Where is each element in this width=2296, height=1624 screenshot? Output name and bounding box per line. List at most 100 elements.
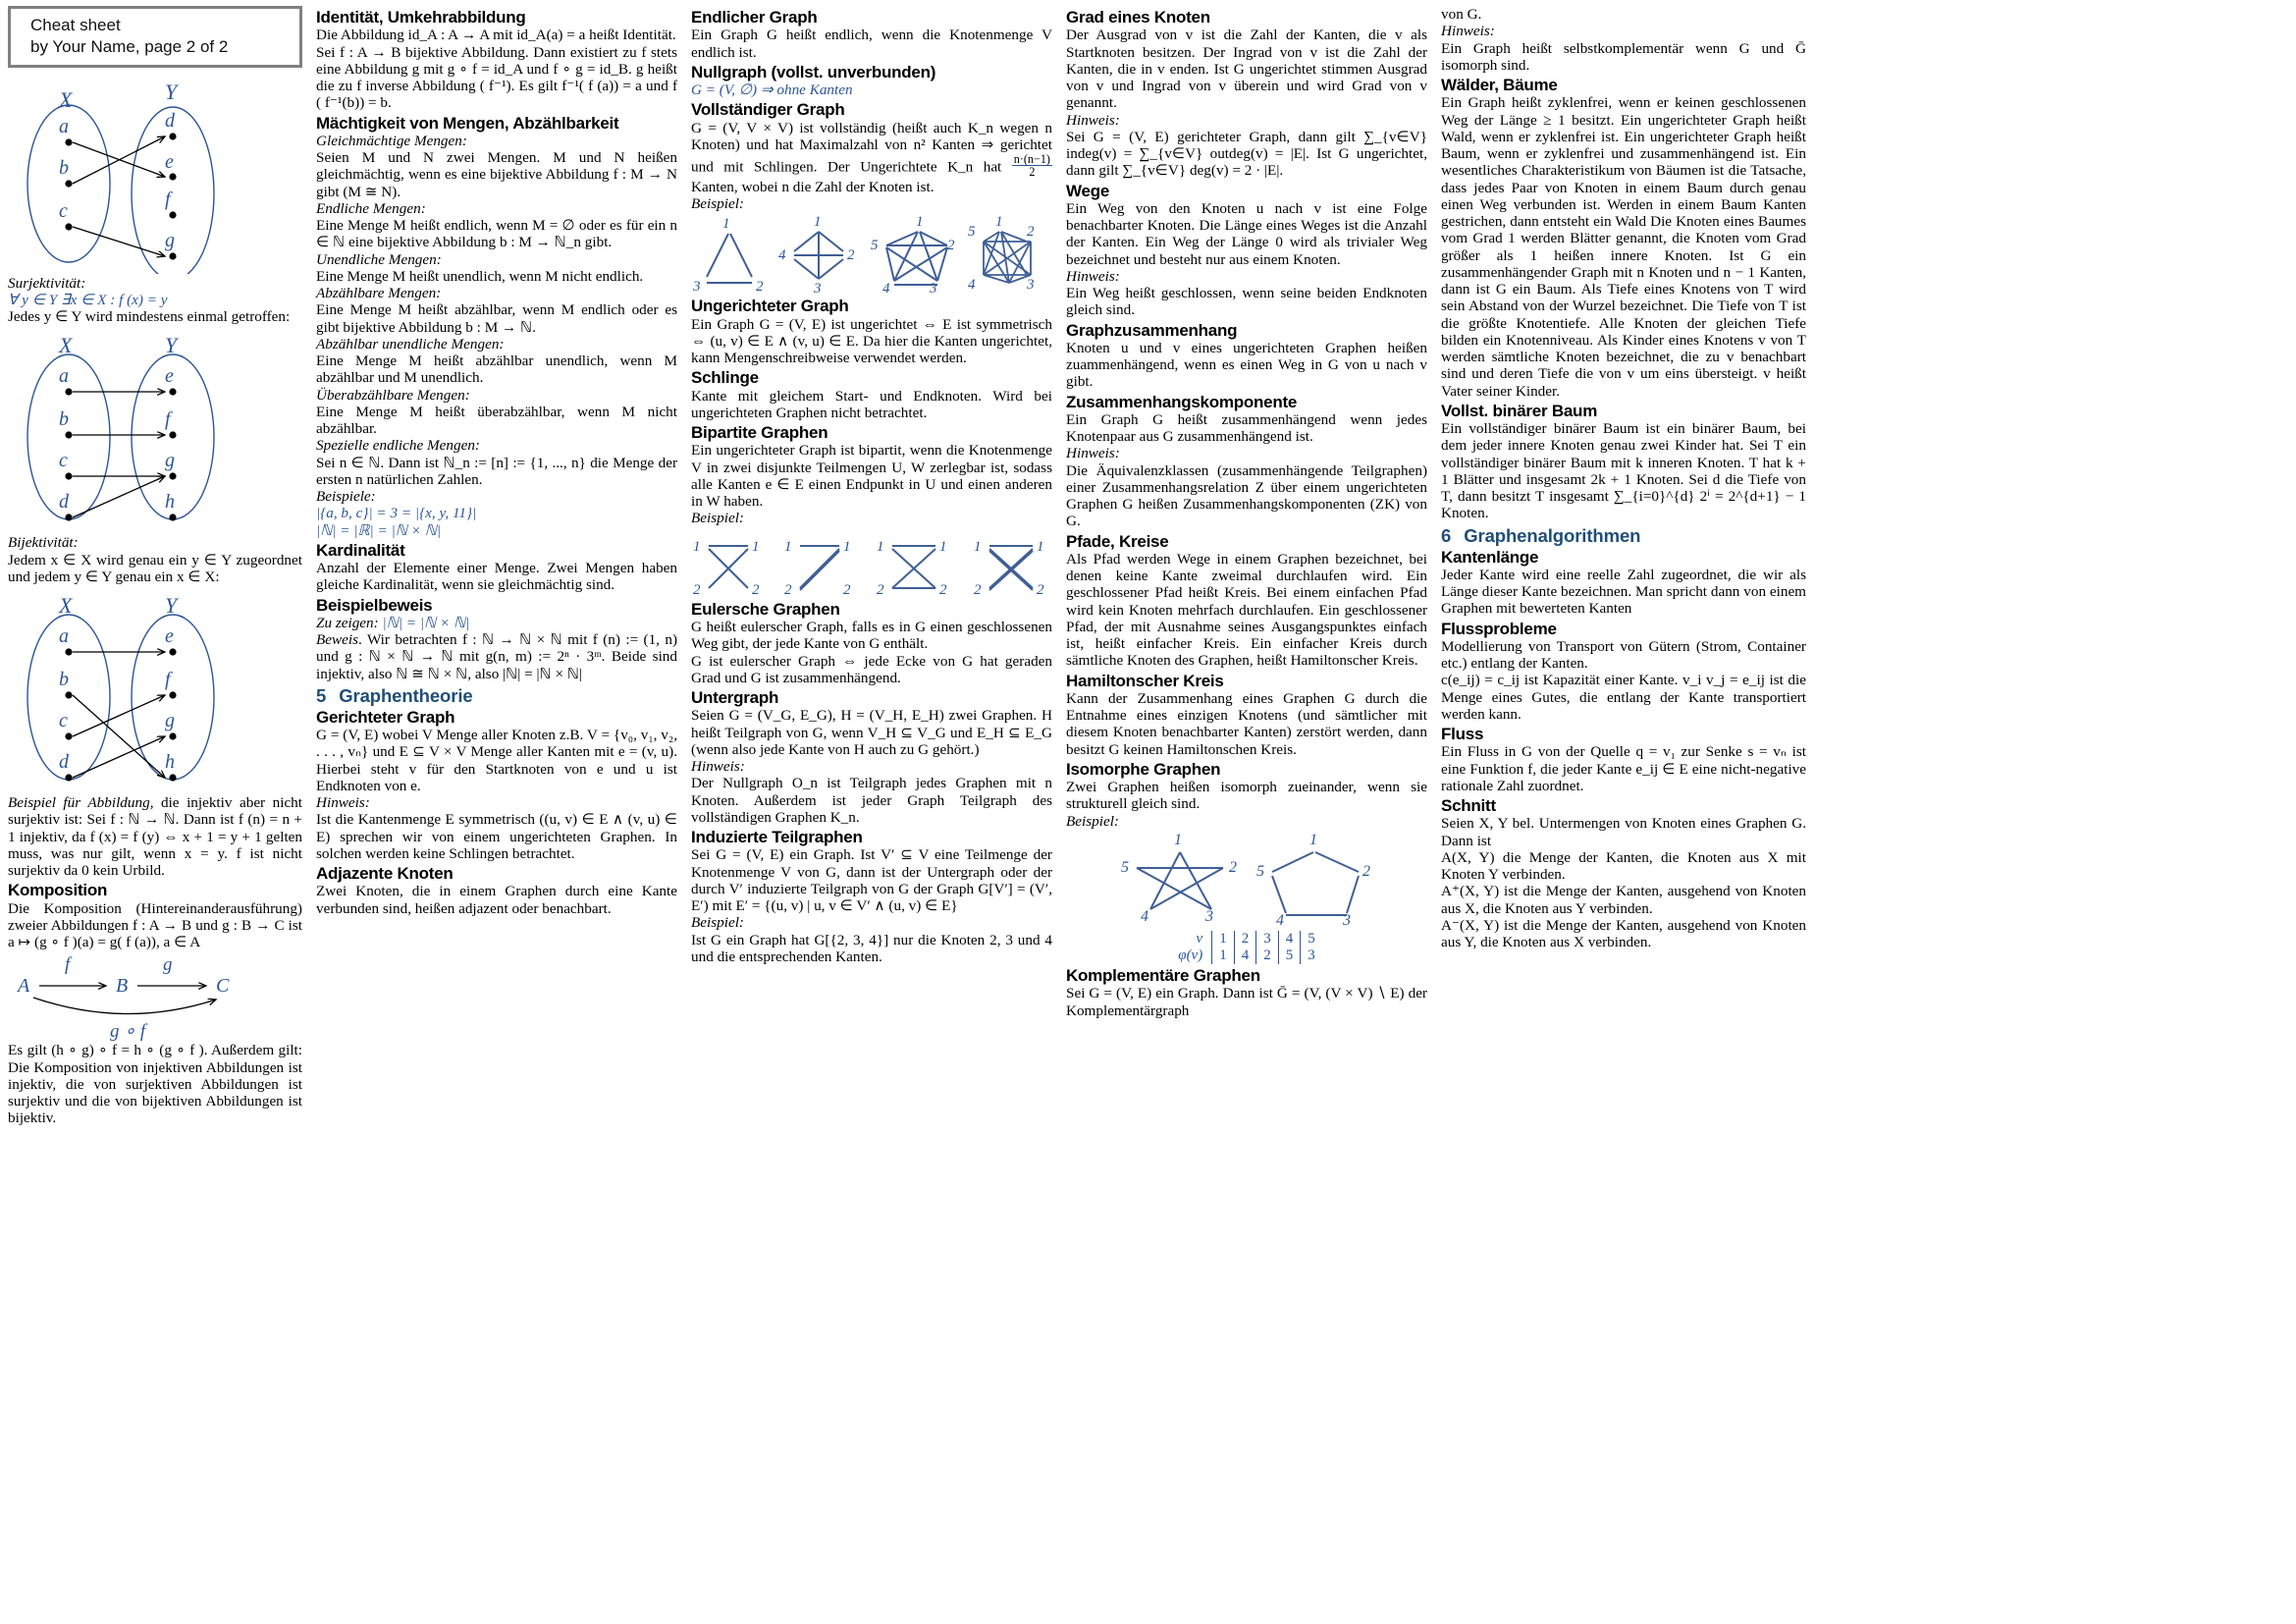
svg-text:a: a: [59, 116, 69, 137]
grad-hinweis-text: Sei G = (V, E) gerichteter Graph, dann g…: [1066, 128, 1427, 180]
gerichteter-graph-heading: Gerichteter Graph: [316, 707, 455, 727]
svg-text:e: e: [165, 365, 174, 387]
pentagon-graph: 1 5 2 4 3: [1256, 832, 1370, 929]
unendliche-label: Unendliche Mengen:: [316, 250, 442, 268]
svg-text:a: a: [59, 625, 69, 647]
phi-header-v: v: [1171, 930, 1213, 947]
column-3: Endlicher Graph Ein Graph G heißt endlic…: [691, 6, 1052, 1624]
phi-img-3: 5: [1278, 947, 1302, 964]
induzierte-teilgraphen-text: Sei G = (V, E) ein Graph. Ist V′ ⊆ V ein…: [691, 846, 1052, 915]
zusammenhangskomponente-text: Ein Graph G heißt zusammenhängend wenn j…: [1066, 410, 1427, 446]
section-title-6: Graphenalgorithmen: [1464, 524, 1641, 546]
fluss-text: Ein Fluss in G von der Quelle q = v₁ zur…: [1441, 743, 1806, 794]
kardinalitaet-text: Anzahl der Elemente einer Menge. Zwei Me…: [316, 560, 677, 594]
bijective-map-figure: X Y a b c d e f g h: [8, 587, 302, 793]
hinweis-label-untergraph: Hinweis:: [691, 758, 745, 776]
bipartite-text: Ein ungerichteter Graph ist bipartit, we…: [691, 442, 1052, 511]
hamiltonscher-kreis-heading: Hamiltonscher Kreis: [1066, 671, 1224, 690]
komposition-heading: Komposition: [8, 881, 108, 900]
phi-img-0: 1: [1211, 947, 1235, 964]
svg-text:4: 4: [882, 281, 890, 295]
svg-text:f: f: [65, 954, 73, 975]
bipartite-graphs-figure: 1 1 2 2 1 1 2 2 1 1 2 2 1 1 2 2: [691, 529, 1052, 598]
zu-zeigen-formula: |ℕ| = |ℕ × ℕ|: [378, 614, 470, 631]
hamiltonscher-kreis-text: Kann der Zusammenhang eines Graphen G du…: [1066, 689, 1427, 758]
gerichteter-graph-text: G = (V, E) wobei V Menge aller Knoten z.…: [316, 727, 677, 794]
svg-text:g: g: [163, 954, 173, 975]
induzierte-teilgraphen-heading: Induzierte Teilgraphen: [691, 828, 863, 847]
adjazente-knoten-text: Zwei Knoten, die in einem Graphen durch …: [316, 883, 677, 917]
kantenlaenge-text: Jeder Kante wird eine reelle Zahl zugeor…: [1441, 566, 1806, 618]
schlinge-text: Kante mit gleichem Start- und Endknoten.…: [691, 387, 1052, 421]
svg-text:g: g: [165, 710, 175, 731]
svg-text:2: 2: [1362, 863, 1370, 880]
unendliche-text: Eine Menge M heißt unendlich, wenn M nic…: [316, 267, 644, 285]
bijectivity-label: Bijektivität:: [8, 534, 79, 552]
graphzusammenhang-text: Knoten u und v eines ungerichteten Graph…: [1066, 339, 1427, 391]
svg-text:1: 1: [814, 214, 822, 230]
svg-text:c: c: [59, 710, 68, 731]
schnitt-heading: Schnitt: [1441, 796, 1496, 816]
svg-text:f: f: [165, 669, 173, 690]
title-box: Cheat sheet by Your Name, page 2 of 2: [8, 6, 302, 68]
inverse-text: Sei f : A → B bijektive Abbildung. Dann …: [316, 43, 677, 112]
composition-diagram: A B C f g g ∘ f: [8, 952, 302, 1041]
svg-text:1: 1: [916, 214, 924, 230]
svg-text:e: e: [165, 151, 174, 173]
table-row-v: v 1 2 3 4 5: [1171, 930, 1321, 947]
ueberabzaehlbare-text: Eine Menge M heißt überabzählbar, wenn M…: [316, 403, 677, 438]
svg-text:2: 2: [843, 582, 851, 598]
svg-text:2: 2: [1229, 859, 1237, 876]
table-row-phi: φ(v) 1 4 2 5 3: [1171, 947, 1321, 964]
svg-text:4: 4: [1141, 908, 1148, 925]
svg-text:3: 3: [1204, 908, 1213, 925]
svg-text:2: 2: [752, 582, 760, 598]
svg-text:C: C: [216, 975, 230, 997]
grad-eines-knoten-text: Der Ausgrad von v ist die Zahl der Kante…: [1066, 27, 1427, 112]
surjective-map-figure: X Y a b c d e f g: [8, 78, 302, 274]
vollstaendig-part-2: Kanten, wobei n die Zahl der Knoten ist.: [691, 178, 934, 195]
spezielle-text: Sei n ∈ ℕ. Dann ist ℕ_n := [n] := {1, ..…: [316, 454, 677, 488]
svg-text:1: 1: [784, 539, 792, 555]
hinweis-label-gerichtet: Hinweis:: [316, 794, 370, 812]
waelder-baeume-text: Ein Graph heißt zyklenfrei, wenn er kein…: [1441, 94, 1806, 400]
schlinge-heading: Schlinge: [691, 368, 759, 388]
beweis-text: Beweis. Wir betrachten f : ℕ → ℕ × ℕ mit…: [316, 631, 677, 682]
svg-text:2: 2: [1037, 582, 1044, 598]
svg-text:1: 1: [995, 214, 1003, 230]
phi-v-4: 5: [1308, 930, 1315, 947]
column-4: Grad eines Knoten Der Ausgrad von v ist …: [1066, 6, 1427, 1624]
waelder-baeume-heading: Wälder, Bäume: [1441, 76, 1558, 94]
hinweis-label-zk: Hinweis:: [1066, 445, 1120, 462]
cheat-sheet-page: Cheat sheet by Your Name, page 2 of 2 X …: [0, 0, 2296, 1624]
zk-hinweis-text: Die Äquivalenzklassen (zusammenhängende …: [1066, 461, 1427, 530]
svg-text:2: 2: [947, 238, 955, 253]
bipartite-heading: Bipartite Graphen: [691, 423, 828, 443]
phi-v-0: 1: [1211, 930, 1235, 947]
svg-text:3: 3: [1026, 277, 1035, 293]
svg-text:b: b: [59, 408, 69, 430]
svg-text:h: h: [165, 491, 175, 513]
svg-text:d: d: [59, 491, 70, 513]
untergraph-heading: Untergraph: [691, 688, 779, 707]
vollstaendig-part-1: G = (V, V × V) ist vollständig (heißt au…: [691, 119, 1052, 176]
beispiel-kardinalitaet-1: |{a, b, c}| = 3 = |{x, y, 11}|: [316, 505, 477, 522]
abzaehlbare-label: Abzählbare Mengen:: [316, 285, 442, 302]
von-g-text: von G.: [1441, 6, 1482, 23]
svg-text:1: 1: [1174, 832, 1182, 848]
kardinalitaet-heading: Kardinalität: [316, 540, 405, 560]
svg-text:1: 1: [877, 539, 884, 555]
svg-text:5: 5: [1121, 859, 1129, 876]
section-number-6: 6: [1441, 524, 1452, 546]
svg-text:2: 2: [784, 582, 792, 598]
hinweis-label-wege: Hinweis:: [1066, 267, 1120, 285]
adjazente-knoten-heading: Adjazente Knoten: [316, 864, 454, 884]
svg-text:2: 2: [1027, 224, 1035, 240]
phi-header-label: φ(v): [1171, 947, 1213, 964]
flussprobleme-text: Modellierung von Transport von Gütern (S…: [1441, 637, 1806, 673]
abz-unendlich-text: Eine Menge M heißt abzählbar unendlich, …: [316, 352, 677, 387]
surjectivity-formula: ∀ y ∈ Y ∃x ∈ X : f (x) = y: [8, 291, 168, 308]
svg-text:d: d: [59, 751, 70, 773]
phi-v-2: 3: [1255, 930, 1279, 947]
hinweis-label-grad: Hinweis:: [1066, 111, 1120, 129]
